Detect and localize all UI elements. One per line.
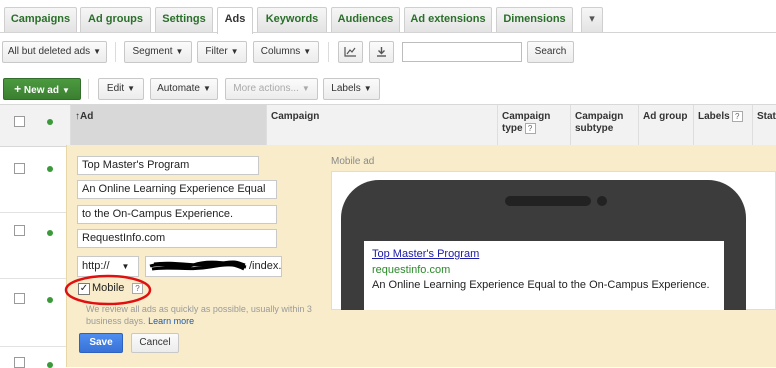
final-url-suffix: /index. <box>249 260 282 272</box>
phone-camera-icon <box>597 196 607 206</box>
review-note: We review all ads as quickly as possible… <box>86 303 336 327</box>
chevron-down-icon: ▼ <box>303 47 312 56</box>
search-input[interactable] <box>402 42 522 62</box>
column-header-campaign-type[interactable]: Campaign type? <box>497 105 570 147</box>
description-line2-input[interactable]: to the On-Campus Experience. <box>77 205 277 224</box>
status-dot-icon <box>47 362 53 368</box>
protocol-value: http:// <box>82 260 110 272</box>
mobile-ad-preview-label: Mobile ad <box>331 156 375 167</box>
filter-label: Filter <box>205 46 228 57</box>
edit-button[interactable]: Edit ▼ <box>98 78 144 100</box>
toolbar-divider <box>328 42 329 62</box>
display-url-input[interactable]: RequestInfo.com <box>77 229 277 248</box>
row-checkbox[interactable] <box>14 163 25 174</box>
redacted-scribble <box>149 260 247 271</box>
row-checkbox[interactable] <box>14 293 25 304</box>
tab-ads[interactable]: Ads <box>217 7 253 34</box>
row-checkbox[interactable] <box>14 225 25 236</box>
column-header-labels[interactable]: Labels? <box>693 105 752 147</box>
more-actions-label: More actions... <box>233 83 299 94</box>
tab-settings[interactable]: Settings <box>155 7 213 32</box>
chevron-down-icon: ▼ <box>301 84 310 93</box>
columns-button[interactable]: Columns ▼ <box>253 41 319 63</box>
tab-campaigns[interactable]: Campaigns <box>4 7 77 32</box>
chevron-down-icon: ▼ <box>61 86 70 95</box>
download-button[interactable] <box>369 41 394 63</box>
preview-ad-url: requestinfo.com <box>372 264 451 276</box>
row-divider <box>0 278 66 279</box>
edit-label: Edit <box>106 83 125 94</box>
learn-more-link[interactable]: Learn more <box>148 316 194 326</box>
row-divider <box>0 212 66 213</box>
status-dot-icon <box>47 119 53 125</box>
ad-filter-label: All but deleted ads <box>7 46 91 57</box>
plus-icon: + <box>14 82 22 96</box>
toolbar-divider <box>115 42 116 62</box>
labels-label: Labels <box>331 83 361 94</box>
download-icon <box>377 47 386 57</box>
table-header: ↑Ad Campaign Campaign type? Campaign sub… <box>0 104 776 147</box>
status-dot-icon <box>47 297 53 303</box>
columns-label: Columns <box>260 46 301 57</box>
chevron-down-icon: ▼ <box>230 47 239 56</box>
column-header-campaign[interactable]: Campaign <box>266 105 497 147</box>
status-dot-icon <box>47 166 53 172</box>
labels-button[interactable]: Labels ▼ <box>323 78 380 100</box>
chevron-down-icon: ▼ <box>202 84 211 93</box>
preview-ad-description: An Online Learning Experience Equal to t… <box>372 279 710 291</box>
tab-audiences[interactable]: Audiences <box>331 7 400 32</box>
tab-ad-extensions[interactable]: Ad extensions <box>404 7 492 32</box>
chevron-down-icon: ▼ <box>127 84 136 93</box>
line-chart-icon <box>344 47 356 57</box>
labels-header-label: Labels <box>698 111 730 123</box>
toolbar-divider <box>88 79 89 99</box>
column-header-ad[interactable]: ↑Ad <box>70 105 266 147</box>
tab-dimensions[interactable]: Dimensions <box>496 7 573 32</box>
automate-label: Automate <box>157 83 200 94</box>
description-line1-input[interactable]: An Online Learning Experience Equal <box>77 180 277 199</box>
ad-header-label: Ad <box>80 111 94 122</box>
graph-toggle-button[interactable] <box>338 41 363 63</box>
tab-bar: Campaigns Ad groups Settings Ads Keyword… <box>0 0 776 34</box>
help-icon[interactable]: ? <box>731 111 743 122</box>
tab-ad-groups[interactable]: Ad groups <box>80 7 151 32</box>
status-dot-icon <box>47 230 53 236</box>
tabs-overflow-button[interactable]: ▾ <box>581 7 603 32</box>
chevron-down-icon: ▾ <box>589 13 595 25</box>
help-icon[interactable]: ? <box>524 123 536 134</box>
automate-button[interactable]: Automate ▼ <box>150 78 218 100</box>
new-ad-button[interactable]: + New ad ▼ <box>3 78 81 100</box>
preview-ad-title[interactable]: Top Master's Program <box>372 248 479 260</box>
cancel-button[interactable]: Cancel <box>131 333 179 353</box>
headline-input[interactable]: Top Master's Program <box>77 156 259 175</box>
highlight-circle <box>64 274 152 306</box>
tab-keywords[interactable]: Keywords <box>257 7 327 32</box>
final-url-input[interactable]: /index. <box>145 256 282 277</box>
column-header-campaign-subtype[interactable]: Campaign subtype <box>570 105 638 147</box>
search-button[interactable]: Search <box>527 41 574 63</box>
row-divider <box>0 346 66 347</box>
save-button[interactable]: Save <box>79 333 123 353</box>
chevron-down-icon: ▼ <box>363 84 372 93</box>
segment-button[interactable]: Segment ▼ <box>124 41 192 63</box>
chevron-down-icon: ▼ <box>121 262 130 271</box>
review-note-text: We review all ads as quickly as possible… <box>86 304 312 326</box>
chevron-down-icon: ▼ <box>175 47 184 56</box>
chevron-down-icon: ▼ <box>93 47 102 56</box>
new-ad-label: New ad <box>23 85 59 96</box>
column-header-status[interactable]: Statu <box>752 105 776 147</box>
ad-filter-dropdown[interactable]: All but deleted ads ▼ <box>2 41 107 63</box>
column-header-ad-group[interactable]: Ad group <box>638 105 693 147</box>
segment-label: Segment <box>132 46 173 57</box>
select-all-checkbox[interactable] <box>14 116 25 127</box>
row-checkbox[interactable] <box>14 357 25 368</box>
more-actions-button[interactable]: More actions... ▼ <box>225 78 318 100</box>
filter-button[interactable]: Filter ▼ <box>197 41 247 63</box>
phone-speaker-icon <box>505 196 591 206</box>
